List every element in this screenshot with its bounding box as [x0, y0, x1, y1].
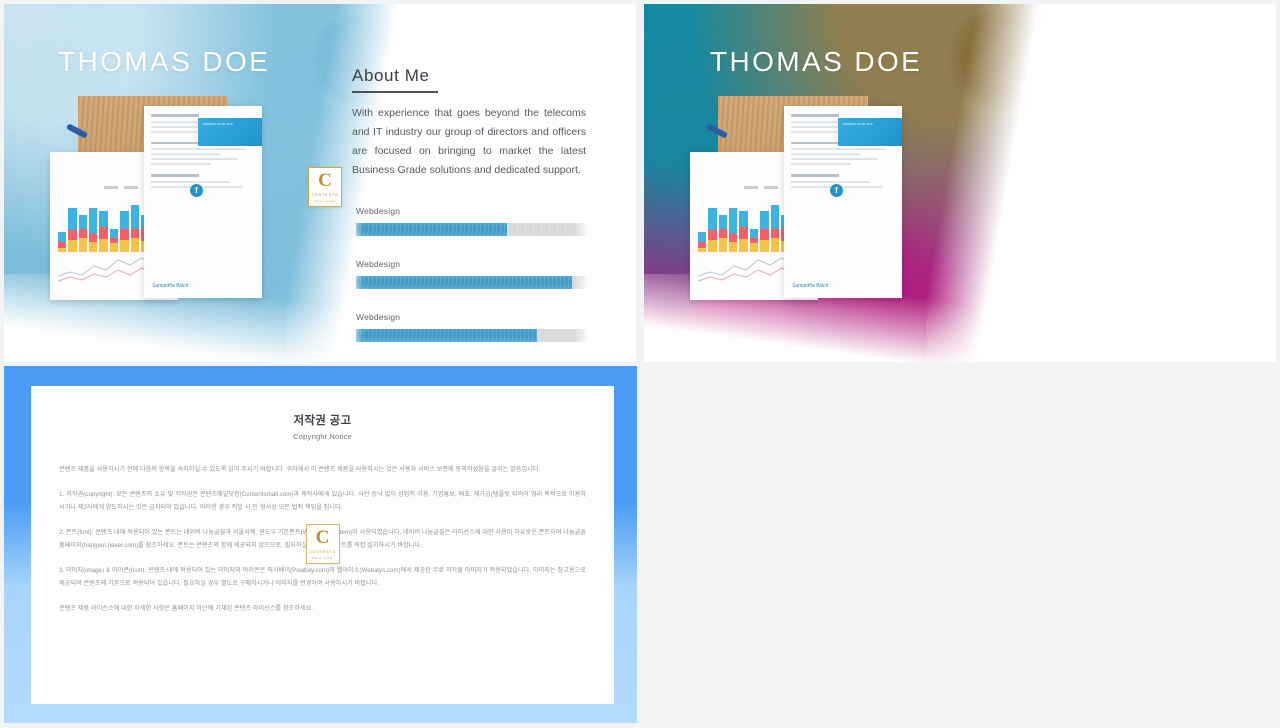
skill-row: Webdesign [356, 312, 592, 342]
skill-fill [356, 276, 572, 289]
chart-bar [68, 208, 77, 252]
chart-bar [718, 215, 728, 252]
resume-name: SAMANTHA BLACK [843, 122, 873, 126]
skill-track [356, 276, 588, 289]
about-section-blue: About Me With experience that goes beyon… [352, 66, 602, 180]
document-watermark-badge: C CONTENTS MALL.COM [305, 524, 340, 564]
chart-bar [708, 208, 717, 252]
social-badge-icon: f [830, 184, 843, 197]
skill-label: Webdesign [356, 312, 401, 322]
slide-title: THOMAS DOE [58, 46, 271, 77]
chart-bar [109, 229, 119, 252]
skill-track [356, 223, 588, 236]
resume-sheet: SAMANTHA BLACK f Samantha Black [784, 106, 902, 298]
about-heading: About Me [352, 66, 430, 85]
copyright-document-page: 저작권 공고 Copyright Notice 콘텐츠 제품을 사용하시기 전에… [31, 386, 614, 704]
skill-label: Webdesign [356, 259, 401, 269]
skill-bars-blue: Webdesign Webdesign Webdesign [356, 206, 592, 362]
contents-mall-badge: C CONTENTS MALL.COM [308, 167, 342, 207]
skill-track [356, 329, 588, 342]
about-paragraph: With experience that goes beyond the tel… [352, 107, 586, 176]
document-paragraph: 1. 저작권(copyright): 모든 콘텐츠의 소유 및 저작권은 콘텐츠… [59, 491, 586, 511]
document-title: 저작권 공고 [293, 415, 352, 427]
document-paragraph: 3. 이미지(image) & 아이콘(icon): 콘텐츠 내에 적용되어 있… [59, 567, 586, 587]
document-paragraph: 콘텐츠 제품을 사용하시기 전에 다음의 항목을 숙지하실 수 있도록 읽어 주… [59, 466, 541, 473]
resume-name: SAMANTHA BLACK [203, 122, 233, 126]
badge-domain: MALL.COM [311, 555, 334, 560]
desk-photo-collage: SAMANTHA BLACK f Samantha Black [680, 90, 930, 302]
copyright-notice-slide[interactable]: 저작권 공고 Copyright Notice 콘텐츠 제품을 사용하시기 전에… [4, 366, 637, 723]
resume-sheet: SAMANTHA BLACK f Samantha Black [144, 106, 262, 298]
chart-bar [729, 208, 738, 252]
skill-label: Webdesign [356, 206, 401, 216]
chart-bar [760, 211, 769, 252]
social-badge-icon: f [190, 184, 203, 197]
skill-fill [356, 223, 507, 236]
document-paragraph: 콘텐츠 제품 라이선스에 대한 자세한 사항은 홈페이지 하단에 기재된 콘텐츠… [59, 605, 314, 612]
skill-row: Webdesign [356, 259, 592, 289]
chart-bar [770, 205, 779, 252]
chart-bar [749, 229, 759, 252]
chart-bar [698, 232, 707, 252]
resume-signature: Samantha Black [152, 283, 189, 289]
chart-bar [120, 211, 129, 252]
resume-signature: Samantha Black [792, 283, 829, 289]
skill-fill [356, 329, 537, 342]
badge-monogram: C [318, 170, 332, 192]
desk-photo-collage: SAMANTHA BLACK f Samantha Black [40, 90, 290, 302]
slide-title: THOMAS DOE [710, 46, 923, 77]
badge-monogram: C [315, 527, 330, 549]
chart-bar [130, 205, 139, 252]
badge-domain: MALL.COM [314, 198, 336, 203]
chart-bar [78, 215, 88, 252]
chart-bar [89, 208, 98, 252]
resume-name-ribbon: SAMANTHA BLACK [198, 118, 262, 146]
chart-bar [739, 211, 748, 252]
badge-brand: CONTENTS [309, 550, 336, 555]
slide-thumbnail-color[interactable]: THOMAS DOE SAMANTHA BLACK f Samantha Bla… [644, 4, 1276, 362]
resume-name-ribbon: SAMANTHA BLACK [838, 118, 902, 146]
chart-bar [58, 232, 67, 252]
skill-row: Webdesign [356, 206, 592, 236]
chart-bar [99, 211, 108, 252]
document-subtitle: Copyright Notice [293, 432, 352, 441]
badge-brand: CONTENTS [311, 193, 339, 198]
slide-deck-canvas: THOMAS DOE SAMANTHA BLACK f Samantha Bla… [0, 0, 1280, 728]
slide-thumbnail-blue[interactable]: THOMAS DOE SAMANTHA BLACK f Samantha Bla… [4, 4, 636, 362]
about-underline [352, 91, 438, 93]
